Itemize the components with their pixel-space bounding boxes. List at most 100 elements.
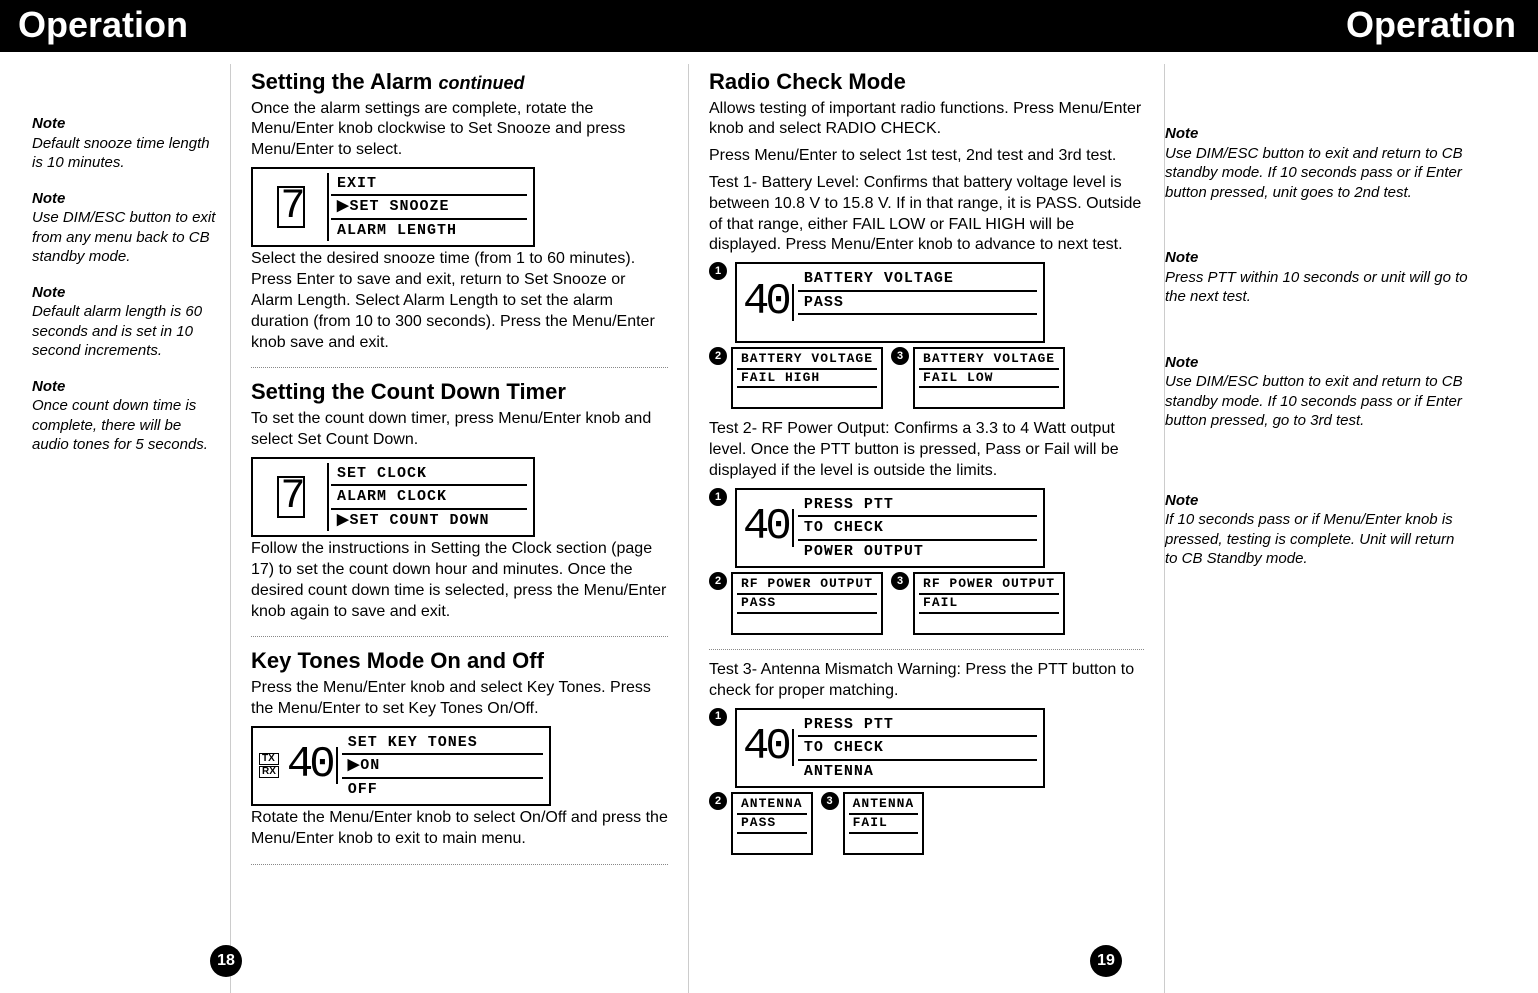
heading-text: Setting the Alarm — [251, 69, 432, 94]
note-text: Default alarm length is 60 seconds and i… — [32, 302, 216, 361]
lcd-row: OFF — [342, 777, 543, 801]
lcd-row: PRESS PTT — [798, 494, 1037, 516]
divider — [251, 367, 668, 368]
lcd-row: ALARM CLOCK — [331, 484, 527, 508]
heading-continued: continued — [438, 73, 524, 93]
header-bar: Operation Operation — [0, 0, 1538, 52]
lcd-decor: 7 — [259, 463, 329, 532]
lcd-row — [919, 386, 1059, 405]
callout-2-icon: 2 — [709, 572, 727, 590]
page-18-column: Setting the Alarm continued Once the ala… — [230, 64, 688, 993]
lcd-row: EXIT — [331, 173, 527, 195]
lcd-test2-pass: RF POWER OUTPUT PASS — [731, 572, 883, 635]
countdown-paragraph-1: To set the count down timer, press Menu/… — [251, 409, 668, 451]
callout-3-icon: 3 — [821, 792, 839, 810]
callout-1-icon: 1 — [709, 262, 727, 280]
note-text: Press PTT within 10 seconds or unit will… — [1165, 268, 1469, 307]
lcd-row — [737, 612, 877, 631]
note-label: Note — [32, 189, 216, 209]
note-item: Note Use DIM/ESC button to exit and retu… — [1165, 353, 1469, 431]
page-19-column: Radio Check Mode Allows testing of impor… — [688, 64, 1164, 993]
note-text: Once count down time is complete, there … — [32, 396, 216, 455]
lcd-test1-main: 40 BATTERY VOLTAGE PASS — [735, 262, 1045, 343]
countdown-paragraph-2: Follow the instructions in Setting the C… — [251, 539, 668, 622]
callout-1-icon: 1 — [709, 488, 727, 506]
note-item: Note Default snooze time length is 10 mi… — [32, 114, 216, 173]
lcd-row: RF POWER OUTPUT — [919, 576, 1059, 593]
page-body: Note Default snooze time length is 10 mi… — [0, 52, 1538, 993]
keytones-heading: Key Tones Mode On and Off — [251, 647, 668, 676]
lcd-test2-fail: RF POWER OUTPUT FAIL — [913, 572, 1065, 635]
note-label: Note — [1165, 491, 1469, 511]
left-margin-notes: Note Default snooze time length is 10 mi… — [0, 64, 230, 993]
lcd-test2-main: 40 PRESS PTT TO CHECK POWER OUTPUT — [735, 488, 1045, 569]
lcd-row: FAIL — [919, 593, 1059, 612]
lcd-row — [737, 832, 807, 851]
test3-paragraph: Test 3- Antenna Mismatch Warning: Press … — [709, 660, 1144, 702]
lcd-row — [798, 313, 1037, 337]
test1-paragraph: Test 1- Battery Level: Confirms that bat… — [709, 173, 1144, 256]
note-text: Use DIM/ESC button to exit and return to… — [1165, 372, 1469, 431]
divider — [709, 649, 1144, 650]
lcd-row: ANTENNA — [737, 796, 807, 813]
lcd-row: ▶SET SNOOZE — [331, 194, 527, 218]
note-item: Note Default alarm length is 60 seconds … — [32, 283, 216, 361]
lcd-row: ▶ON — [342, 753, 543, 777]
channel-number: 40 — [287, 747, 338, 784]
header-left: Operation — [18, 4, 188, 46]
note-text: Default snooze time length is 10 minutes… — [32, 134, 216, 173]
note-item: Note Use DIM/ESC button to exit and retu… — [1165, 124, 1469, 202]
lcd-row: ANTENNA — [798, 759, 1037, 783]
page-number-19: 19 — [1090, 945, 1122, 977]
lcd-row: PASS — [737, 813, 807, 832]
note-item: Note Press PTT within 10 seconds or unit… — [1165, 248, 1469, 307]
header-right: Operation — [1346, 4, 1516, 46]
radio-check-heading: Radio Check Mode — [709, 68, 1144, 97]
note-item: Note Once count down time is complete, t… — [32, 377, 216, 455]
note-item: Note Use DIM/ESC button to exit from any… — [32, 189, 216, 267]
radio-paragraph-2: Press Menu/Enter to select 1st test, 2nd… — [709, 146, 1144, 167]
lcd-row: ▶SET COUNT DOWN — [331, 508, 527, 532]
lcd-row: SET KEY TONES — [342, 732, 543, 754]
note-label: Note — [1165, 248, 1469, 268]
note-label: Note — [32, 114, 216, 134]
lcd-row: RF POWER OUTPUT — [737, 576, 877, 593]
lcd-row: ALARM LENGTH — [331, 218, 527, 242]
countdown-heading: Setting the Count Down Timer — [251, 378, 668, 407]
lcd-test1-failhigh: BATTERY VOLTAGE FAIL HIGH — [731, 347, 883, 410]
lcd-test3-pass: ANTENNA PASS — [731, 792, 813, 855]
test2-paragraph: Test 2- RF Power Output: Confirms a 3.3 … — [709, 419, 1144, 481]
lcd-row — [849, 832, 919, 851]
alarm-paragraph-2: Select the desired snooze time (from 1 t… — [251, 249, 668, 353]
note-label: Note — [1165, 353, 1469, 373]
lcd-row: TO CHECK — [798, 735, 1037, 759]
alarm-paragraph-1: Once the alarm settings are complete, ro… — [251, 99, 668, 161]
note-item: Note If 10 seconds pass or if Menu/Enter… — [1165, 491, 1469, 569]
lcd-row: FAIL — [849, 813, 919, 832]
lcd-row: BATTERY VOLTAGE — [737, 351, 877, 368]
lcd-row — [919, 612, 1059, 631]
divider — [251, 864, 668, 865]
lcd-row: PRESS PTT — [798, 714, 1037, 736]
lcd-row: FAIL HIGH — [737, 368, 877, 387]
lcd-test1-faillow: BATTERY VOLTAGE FAIL LOW — [913, 347, 1065, 410]
lcd-row — [737, 386, 877, 405]
lcd-decor: 7 — [259, 173, 329, 242]
lcd-row: BATTERY VOLTAGE — [919, 351, 1059, 368]
callout-2-icon: 2 — [709, 792, 727, 810]
txrx-indicator: TXRX — [259, 753, 279, 778]
lcd-row: SET CLOCK — [331, 463, 527, 485]
callout-3-icon: 3 — [891, 572, 909, 590]
divider — [251, 636, 668, 637]
note-label: Note — [1165, 124, 1469, 144]
right-margin-notes: Note Use DIM/ESC button to exit and retu… — [1164, 64, 1469, 993]
keytones-paragraph-1: Press the Menu/Enter knob and select Key… — [251, 678, 668, 720]
radio-paragraph-1: Allows testing of important radio functi… — [709, 99, 1144, 141]
keytones-paragraph-2: Rotate the Menu/Enter knob to select On/… — [251, 808, 668, 850]
setting-alarm-heading: Setting the Alarm continued — [251, 68, 668, 97]
lcd-row: PASS — [737, 593, 877, 612]
channel-number: 40 — [743, 729, 794, 766]
note-text: If 10 seconds pass or if Menu/Enter knob… — [1165, 510, 1469, 569]
note-text: Use DIM/ESC button to exit from any menu… — [32, 208, 216, 267]
channel-number: 40 — [743, 509, 794, 546]
